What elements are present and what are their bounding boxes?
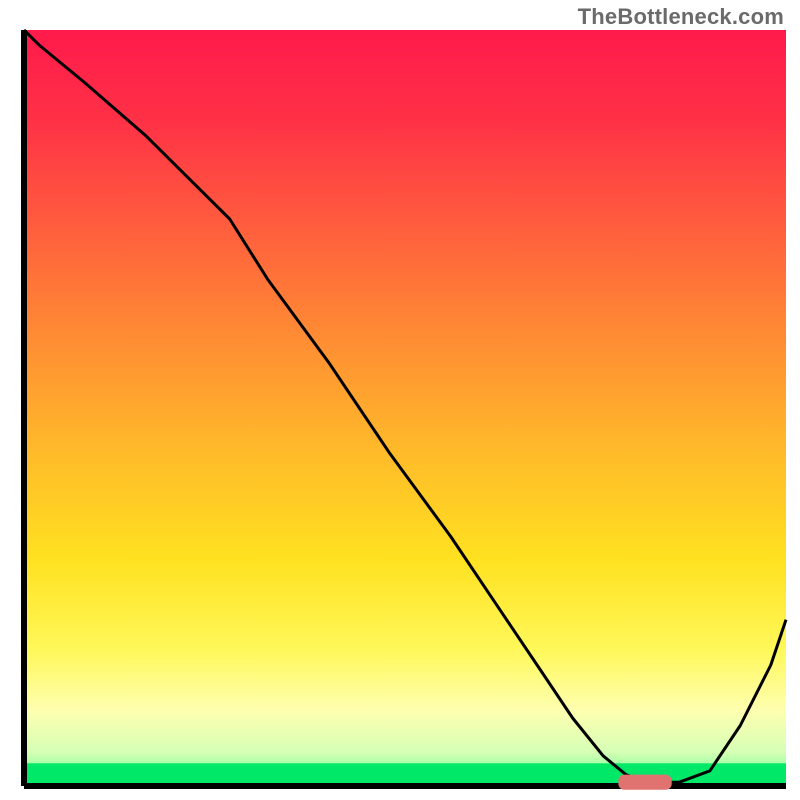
bottleneck-curve-chart: [0, 0, 800, 800]
chart-container: TheBottleneck.com: [0, 0, 800, 800]
gradient-background: [24, 30, 786, 786]
watermark-text: TheBottleneck.com: [578, 4, 784, 30]
optimal-range-marker: [618, 775, 671, 790]
